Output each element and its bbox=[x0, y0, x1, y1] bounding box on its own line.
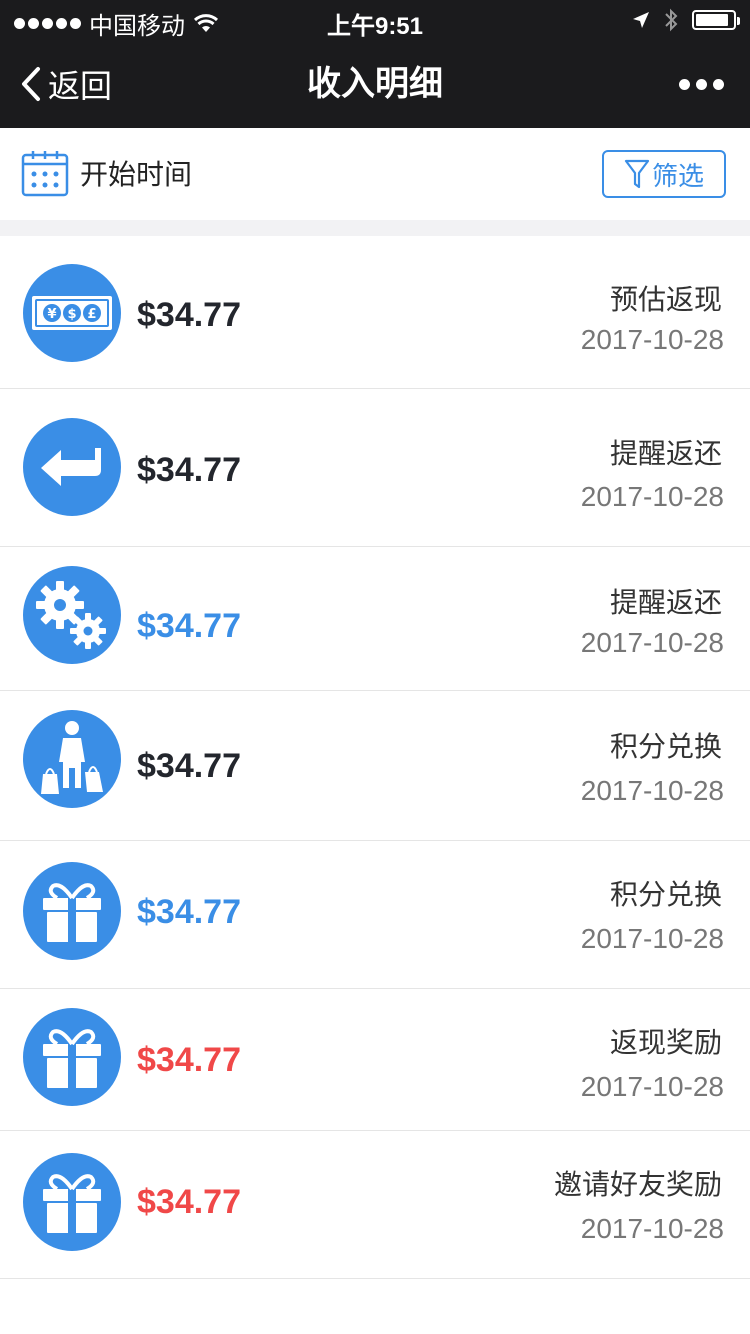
back-button[interactable]: 返回 bbox=[20, 40, 112, 128]
gears-icon bbox=[23, 566, 121, 664]
list-item[interactable]: $34.77 提醒返还 2017-10-28 bbox=[0, 389, 750, 547]
more-dot-icon bbox=[696, 78, 707, 90]
record-type: 提醒返还 bbox=[609, 437, 722, 470]
list-item[interactable]: $34.77 邀请好友奖励 2017-10-28 bbox=[0, 1131, 750, 1279]
record-date: 2017-10-28 bbox=[580, 627, 724, 658]
funnel-icon bbox=[624, 159, 650, 189]
record-type: 预估返现 bbox=[609, 283, 722, 316]
money-bill-icon: ¥ $ £ bbox=[23, 264, 121, 362]
filter-bar: 开始时间 筛选 bbox=[0, 128, 750, 220]
gift-icon bbox=[23, 1153, 121, 1251]
filter-label: 筛选 bbox=[651, 161, 704, 192]
gift-icon bbox=[23, 1008, 121, 1106]
record-date: 2017-10-28 bbox=[580, 775, 724, 806]
amount-value: $34.77 bbox=[137, 1183, 241, 1221]
record-type: 积分兑换 bbox=[609, 878, 722, 911]
filter-button[interactable]: 筛选 bbox=[602, 150, 726, 198]
record-type: 邀请好友奖励 bbox=[553, 1168, 722, 1201]
status-bar: 中国移动 上午9:51 bbox=[0, 0, 750, 40]
gift-icon bbox=[23, 862, 121, 960]
record-date: 2017-10-28 bbox=[580, 1213, 724, 1244]
nav-bar: 返回 收入明细 bbox=[0, 40, 750, 128]
record-type: 积分兑换 bbox=[609, 730, 722, 763]
record-date: 2017-10-28 bbox=[580, 1071, 724, 1102]
page-title: 收入明细 bbox=[307, 64, 443, 104]
back-label: 返回 bbox=[48, 67, 113, 105]
list-item[interactable]: $34.77 提醒返还 2017-10-28 bbox=[0, 547, 750, 691]
shopper-icon bbox=[23, 710, 121, 808]
record-date: 2017-10-28 bbox=[580, 923, 724, 954]
location-arrow-icon bbox=[633, 12, 649, 28]
chevron-left-icon bbox=[22, 67, 40, 101]
start-time-picker[interactable]: 开始时间 bbox=[20, 148, 192, 198]
start-time-label: 开始时间 bbox=[80, 158, 193, 191]
amount-value: $34.77 bbox=[137, 296, 241, 334]
list-item[interactable]: $34.77 积分兑换 2017-10-28 bbox=[0, 691, 750, 841]
amount-value: $34.77 bbox=[137, 893, 241, 931]
more-dot-icon bbox=[713, 78, 724, 90]
svg-text:$: $ bbox=[67, 307, 76, 322]
status-right bbox=[632, 8, 740, 32]
bluetooth-icon bbox=[665, 8, 678, 32]
battery-icon bbox=[692, 10, 740, 30]
record-type: 返现奖励 bbox=[609, 1026, 722, 1059]
amount-value: $34.77 bbox=[137, 607, 241, 645]
list-item[interactable]: $34.77 积分兑换 2017-10-28 bbox=[0, 841, 750, 989]
section-divider bbox=[0, 220, 750, 236]
record-date: 2017-10-28 bbox=[580, 324, 724, 355]
list-item[interactable]: $34.77 返现奖励 2017-10-28 bbox=[0, 989, 750, 1131]
amount-value: $34.77 bbox=[137, 747, 241, 785]
return-arrow-icon bbox=[23, 418, 121, 516]
svg-text:£: £ bbox=[87, 307, 96, 322]
svg-text:¥: ¥ bbox=[47, 307, 56, 322]
more-dot-icon bbox=[679, 78, 690, 90]
record-type: 提醒返还 bbox=[609, 586, 722, 619]
calendar-icon bbox=[21, 151, 69, 197]
more-options-button[interactable] bbox=[679, 40, 724, 128]
list-item[interactable]: ¥ $ £ $34.77 预估返现 2017-10-28 bbox=[0, 236, 750, 389]
record-date: 2017-10-28 bbox=[580, 481, 724, 512]
amount-value: $34.77 bbox=[137, 1041, 241, 1079]
income-record-list: ¥ $ £ $34.77 预估返现 2017-10-28 $34.77 提醒返还 201… bbox=[0, 236, 750, 1279]
amount-value: $34.77 bbox=[137, 451, 241, 489]
